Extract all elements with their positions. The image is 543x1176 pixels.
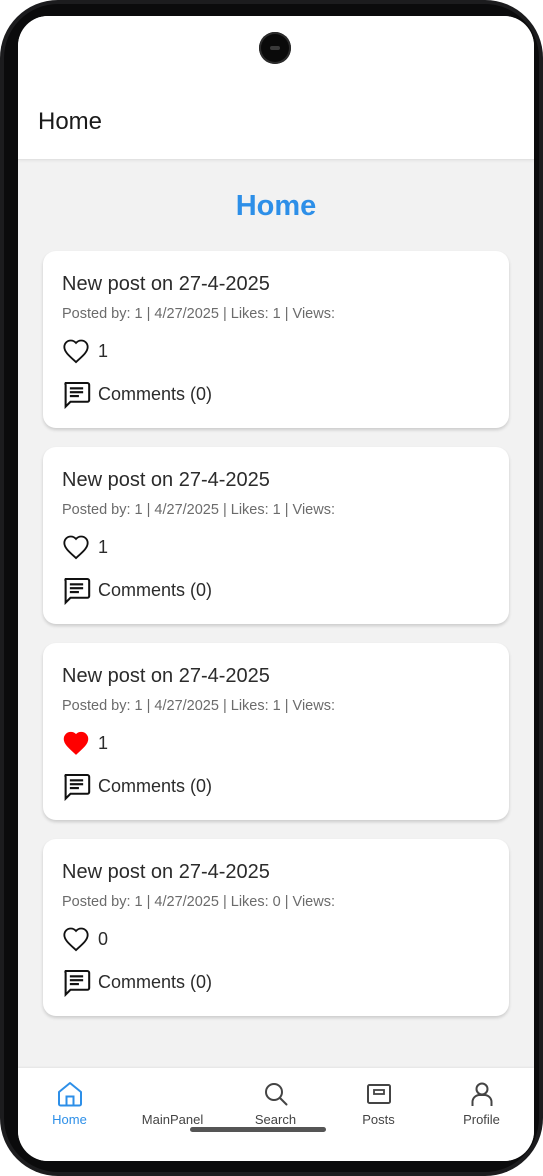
- nav-label-search: Search: [254, 1112, 297, 1127]
- search-icon: [264, 1083, 287, 1106]
- post-title: New post on 27-4-2025: [62, 273, 270, 295]
- profile-icon: [471, 1082, 492, 1106]
- nav-label-mainpanel: MainPanel: [141, 1112, 204, 1127]
- comments-button[interactable]: Comments (0): [62, 575, 212, 605]
- bottom-navigation: Home MainPanel Search Posts Profile: [18, 1068, 534, 1161]
- heart-filled-icon: [63, 731, 89, 755]
- post-card[interactable]: New post on 27-4-2025 Posted by: 1 | 4/2…: [43, 447, 509, 624]
- page-heading: Home: [235, 190, 317, 222]
- heart-outline-icon: [63, 535, 89, 560]
- post-meta: Posted by: 1 | 4/27/2025 | Likes: 1 | Vi…: [62, 306, 336, 322]
- comments-label: Comments (0): [98, 971, 213, 992]
- app-bar: Home: [18, 16, 534, 160]
- comment-icon: [64, 577, 91, 605]
- app-bar-title: Home: [38, 108, 103, 135]
- like-count: 0: [98, 928, 109, 949]
- post-meta: Posted by: 1 | 4/27/2025 | Likes: 0 | Vi…: [62, 894, 336, 910]
- front-camera: [259, 32, 291, 64]
- phone-frame: Home Home New post on 27-4-2025 Posted b…: [0, 0, 543, 1176]
- post-title: New post on 27-4-2025: [62, 469, 270, 491]
- post-card[interactable]: New post on 27-4-2025 Posted by: 1 | 4/2…: [43, 839, 509, 1016]
- mainpanel-icon-placeholder: [158, 1079, 188, 1109]
- heart-outline-icon: [63, 927, 89, 952]
- home-icon: [57, 1082, 82, 1107]
- comments-button[interactable]: Comments (0): [62, 967, 212, 997]
- post-title: New post on 27-4-2025: [62, 861, 270, 883]
- comment-icon: [64, 969, 91, 997]
- posts-icon: [366, 1084, 391, 1104]
- comment-icon: [64, 773, 91, 801]
- nav-item-profile[interactable]: Profile: [430, 1068, 533, 1138]
- nav-label-posts: Posts: [362, 1112, 395, 1127]
- comments-label: Comments (0): [98, 775, 213, 796]
- comments-button[interactable]: Comments (0): [62, 771, 212, 801]
- like-count: 1: [98, 732, 109, 753]
- app-screen: Home Home New post on 27-4-2025 Posted b…: [18, 16, 534, 1161]
- nav-item-posts[interactable]: Posts: [327, 1068, 430, 1138]
- post-feed: New post on 27-4-2025 Posted by: 1 | 4/2…: [43, 251, 509, 1035]
- comments-button[interactable]: Comments (0): [62, 379, 212, 409]
- post-meta: Posted by: 1 | 4/27/2025 | Likes: 1 | Vi…: [62, 698, 336, 714]
- like-count: 1: [98, 340, 109, 361]
- heart-outline-icon: [63, 339, 89, 364]
- post-card[interactable]: New post on 27-4-2025 Posted by: 1 | 4/2…: [43, 251, 509, 428]
- like-count: 1: [98, 536, 109, 557]
- nav-label-profile: Profile: [463, 1112, 500, 1127]
- like-button[interactable]: 0: [62, 925, 108, 953]
- like-button[interactable]: 1: [62, 337, 108, 365]
- nav-label-home: Home: [52, 1112, 87, 1127]
- post-card[interactable]: New post on 27-4-2025 Posted by: 1 | 4/2…: [43, 643, 509, 820]
- nav-item-home[interactable]: Home: [18, 1068, 121, 1138]
- home-indicator[interactable]: [190, 1127, 326, 1132]
- post-meta: Posted by: 1 | 4/27/2025 | Likes: 1 | Vi…: [62, 502, 336, 518]
- post-title: New post on 27-4-2025: [62, 665, 270, 687]
- comments-label: Comments (0): [98, 579, 213, 600]
- like-button[interactable]: 1: [62, 729, 108, 757]
- like-button[interactable]: 1: [62, 533, 108, 561]
- comment-icon: [64, 381, 91, 409]
- comments-label: Comments (0): [98, 383, 213, 404]
